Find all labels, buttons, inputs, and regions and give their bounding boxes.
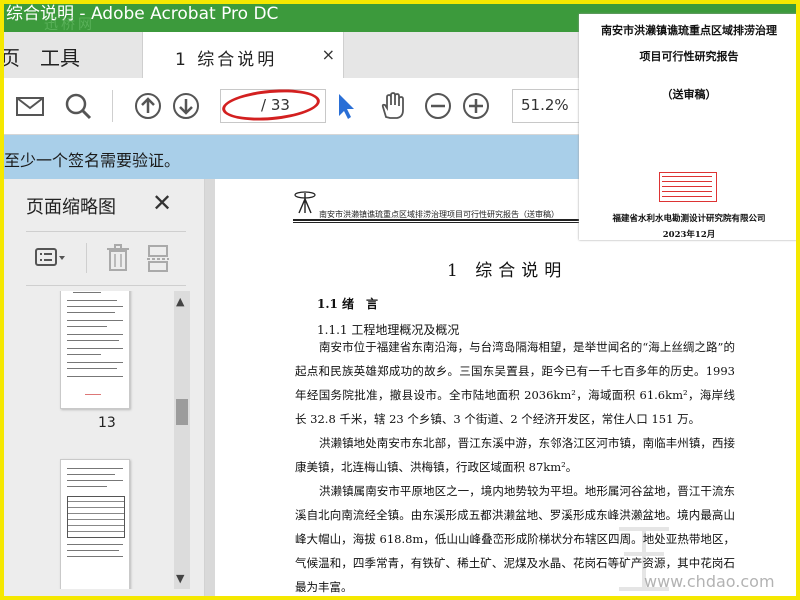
zoom-field[interactable]: 51.2%: [512, 89, 586, 123]
thumbnail-panel: 页面缩略图 ✕ 13 ▲ ▼: [4, 179, 205, 596]
tab-close-icon[interactable]: ×: [322, 45, 335, 64]
section-title: 1.1 绪 言: [317, 297, 379, 311]
select-cursor-icon[interactable]: [330, 90, 362, 122]
search-icon[interactable]: [62, 90, 94, 122]
page-thumbnail-14[interactable]: [60, 459, 130, 589]
thumbnail-list: 13: [12, 291, 174, 589]
toolbar-divider: [112, 90, 113, 122]
hand-icon[interactable]: [376, 90, 408, 122]
thumbnail-options-icon[interactable]: [34, 245, 68, 271]
zoom-value: 51.2%: [521, 96, 569, 114]
panel-divider: [26, 285, 186, 286]
prev-page-icon[interactable]: [132, 90, 164, 122]
app-window: 综合说明 - Adobe Acrobat Pro DC 迅桥网 页 工具 1 综…: [4, 4, 796, 596]
body-paragraph: 洪濑镇地处南安市东北部，晋江东溪中游，东邻洛江区河市镇，南临丰州镇，西接康美镇，…: [295, 436, 735, 474]
panel-close-icon[interactable]: ✕: [152, 189, 172, 217]
tab-document-label: 1 综合说明: [175, 50, 278, 70]
tab-tools[interactable]: 工具: [40, 42, 80, 71]
chapter-title: 1 综合说明: [447, 261, 568, 281]
mail-icon[interactable]: [14, 90, 46, 122]
document-viewport[interactable]: 南安市洪濑镇谯琉重点区域排涝治理项目可行性研究报告（送审稿） 1 综合说明 1.…: [205, 179, 796, 596]
body-paragraph: 南安市位于福建省东南沿海，与台湾岛隔海相望，是举世闻名的“海上丝绸之路”的起点和…: [295, 340, 735, 426]
zoom-out-icon[interactable]: [422, 90, 454, 122]
institute-logo: [294, 191, 316, 214]
cover-title-line1: 南安市洪濑镇谯琉重点区域排涝治理: [601, 24, 777, 37]
tab-home[interactable]: 页: [4, 42, 20, 71]
zoom-in-icon[interactable]: [460, 90, 492, 122]
thumbnail-page-label: 13: [98, 415, 116, 431]
cover-draft-label: （送审稿）: [661, 88, 717, 101]
delete-page-icon[interactable]: [104, 243, 132, 273]
tab-document[interactable]: 1 综合说明 ×: [142, 32, 344, 78]
site-watermark-bottom: www.chdao.com: [644, 572, 775, 591]
scroll-up-icon[interactable]: ▲: [176, 295, 184, 308]
scrollbar-thumb[interactable]: [176, 399, 188, 425]
scroll-down-icon[interactable]: ▼: [176, 572, 184, 585]
thumbnail-panel-title: 页面缩略图: [26, 197, 116, 218]
cover-date: 2023年12月: [662, 230, 716, 240]
signature-message: 至少一个签名需要验证。: [4, 151, 181, 170]
cover-title-line2: 项目可行性研究报告: [639, 50, 739, 63]
panel-divider: [26, 231, 186, 232]
next-page-icon[interactable]: [170, 90, 202, 122]
cover-page-overlay: 南安市洪濑镇谯琉重点区域排涝治理 项目可行性研究报告 （送审稿） 福建省水利水电…: [579, 14, 796, 240]
extract-page-icon[interactable]: [144, 243, 172, 273]
toolbar-divider: [86, 243, 87, 273]
certification-stamp: [659, 172, 717, 202]
document-page: 南安市洪濑镇谯琉重点区域排涝治理项目可行性研究报告（送审稿） 1 综合说明 1.…: [215, 179, 796, 596]
cover-company: 福建省水利水电勘测设计研究院有限公司: [612, 214, 766, 224]
thumbnail-scrollbar[interactable]: ▲ ▼: [174, 291, 190, 589]
thumbnail-tools: [26, 241, 186, 277]
page-thumbnail-13[interactable]: [60, 291, 130, 409]
